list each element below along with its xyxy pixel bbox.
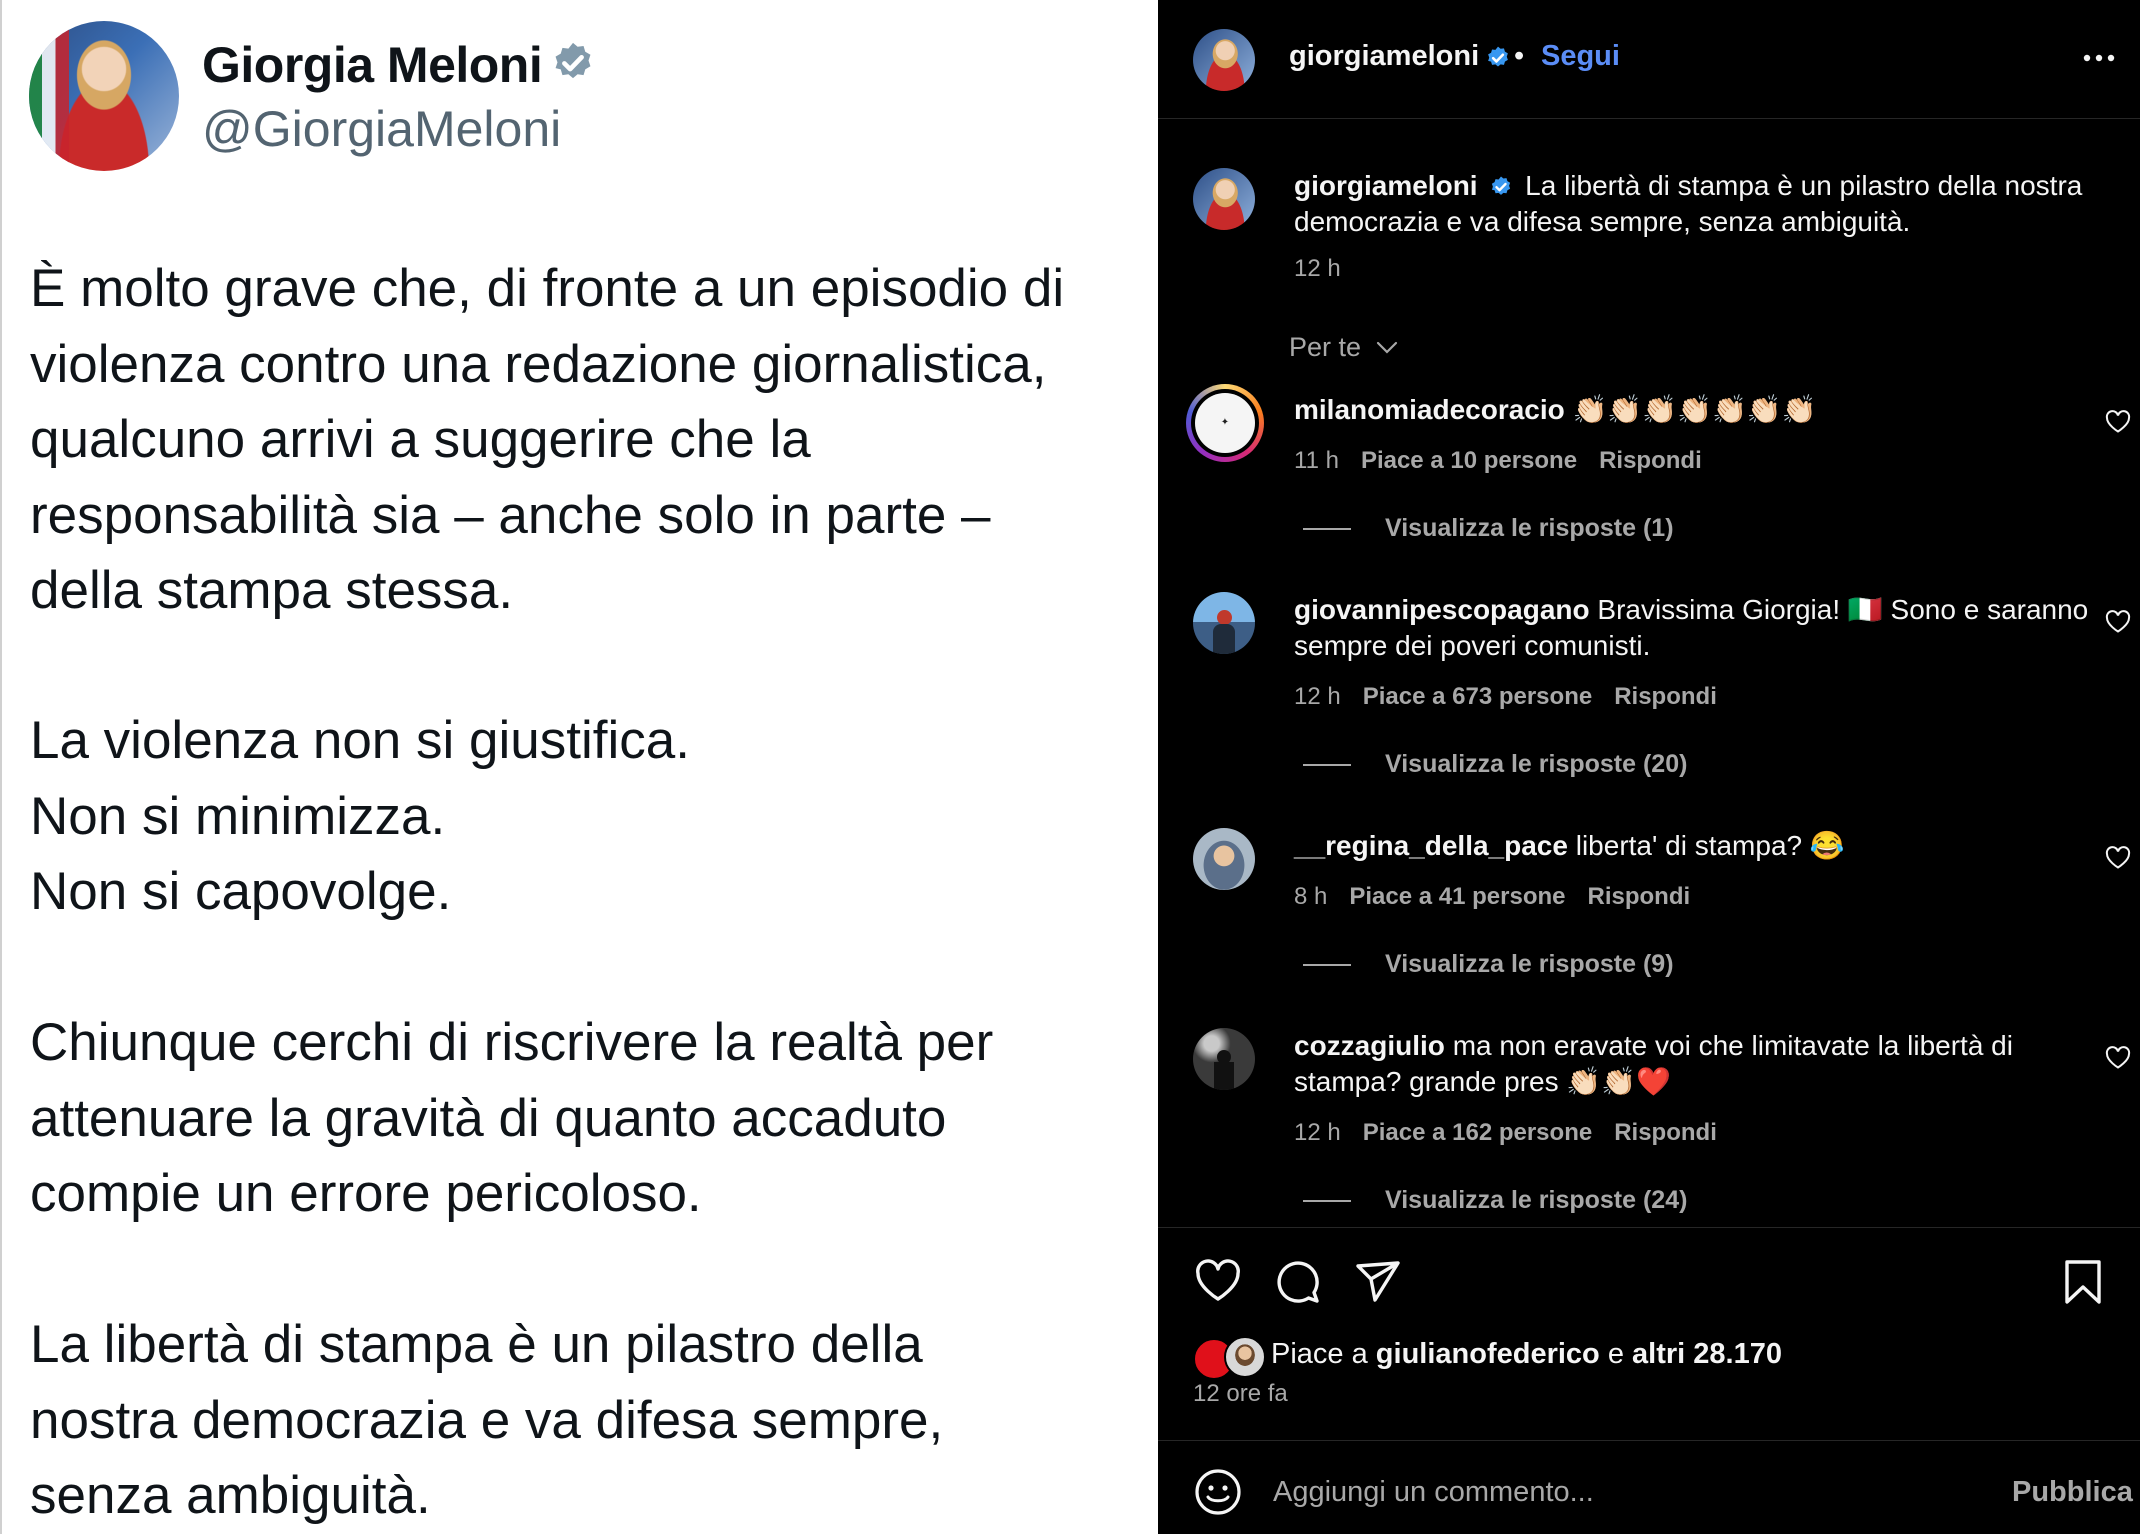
comment-username[interactable]: milanomiadecoracio [1294, 394, 1565, 425]
follow-button[interactable]: Segui [1541, 40, 1620, 73]
comment-avatar[interactable] [1193, 828, 1255, 890]
tweet-paragraph: La violenza non si giustifica. Non si min… [30, 711, 690, 921]
comment-likes[interactable]: Piace a 10 persone [1361, 447, 1577, 474]
tweet-paragraph: Chiunque cerchi di riscrivere la realtà … [30, 1013, 994, 1223]
share-icon[interactable] [1353, 1257, 1403, 1307]
view-replies[interactable]: Visualizza le risposte (20) [1303, 750, 1687, 779]
comment: cozzagiulio ma non eravate voi che limit… [1294, 1028, 2054, 1100]
divider [1158, 1227, 2140, 1228]
comment-meta: 8 h Piace a 41 persone Rispondi [1294, 883, 1691, 910]
header-avatar[interactable] [1193, 29, 1255, 91]
emoji-icon[interactable] [1193, 1467, 1243, 1517]
caption: giorgiameloni La libertà di stampa è un … [1294, 168, 2094, 240]
comment-username[interactable]: giovannipescopagano [1294, 594, 1590, 625]
verified-badge-icon [1488, 46, 1508, 67]
comment-username[interactable]: __regina_della_pace [1294, 830, 1568, 861]
view-replies[interactable]: Visualizza le risposte (1) [1303, 514, 1674, 543]
header-username[interactable]: giorgiameloni [1289, 40, 1479, 73]
chevron-down-icon [1376, 341, 1397, 354]
comment-avatar[interactable] [1193, 592, 1255, 654]
likes-summary[interactable]: Piace a giulianofederico e altri 28.170 [1271, 1338, 1782, 1371]
comment-likes[interactable]: Piace a 673 persone [1363, 683, 1592, 710]
comment-input[interactable]: Aggiungi un commento... [1273, 1476, 1594, 1509]
comment-username[interactable]: cozzagiulio [1294, 1030, 1445, 1061]
tweet-author-handle[interactable]: @GiorgiaMeloni [202, 100, 561, 158]
heart-icon[interactable] [2105, 1046, 2131, 1070]
view-replies[interactable]: Visualizza le risposte (24) [1303, 1186, 1687, 1215]
reply-button[interactable]: Rispondi [1614, 683, 1717, 710]
tweet-avatar[interactable] [29, 21, 179, 171]
heart-icon[interactable] [2105, 410, 2131, 434]
comment-avatar[interactable] [1193, 1028, 1255, 1090]
instagram-panel: giorgiameloni • Segui giorgiameloni La l… [1158, 0, 2140, 1534]
comment-text: 👏🏻👏🏻👏🏻👏🏻👏🏻👏🏻👏🏻 [1572, 394, 1817, 425]
heart-icon[interactable] [2105, 610, 2131, 634]
reply-button[interactable]: Rispondi [1588, 883, 1691, 910]
comment-meta: 11 h Piace a 10 persone Rispondi [1294, 447, 1702, 474]
publish-button[interactable]: Pubblica [2012, 1476, 2133, 1509]
heart-icon[interactable] [1193, 1257, 1243, 1307]
caption-username[interactable]: giorgiameloni [1294, 170, 1478, 201]
reply-button[interactable]: Rispondi [1599, 447, 1702, 474]
liker-avatar[interactable] [1224, 1336, 1266, 1378]
divider [1158, 1440, 2140, 1441]
comment: __regina_della_pace liberta' di stampa? … [1294, 828, 2094, 864]
comment-meta: 12 h Piace a 162 persone Rispondi [1294, 1119, 1717, 1146]
post-time: 12 ore fa [1193, 1380, 1288, 1407]
comment-icon[interactable] [1273, 1257, 1323, 1307]
header-separator: • [1514, 40, 1525, 72]
more-icon[interactable] [2082, 48, 2116, 68]
divider [1158, 118, 2140, 119]
comment-likes[interactable]: Piace a 41 persone [1349, 883, 1565, 910]
comment-avatar[interactable]: ✦ [1186, 384, 1264, 462]
comment: giovannipescopagano Bravissima Giorgia! … [1294, 592, 2094, 664]
reply-button[interactable]: Rispondi [1614, 1119, 1717, 1146]
comments-filter[interactable]: Per te [1289, 332, 1399, 363]
tweet-author-name[interactable]: Giorgia Meloni [202, 36, 543, 94]
tweet-panel: Giorgia Meloni @GiorgiaMeloni È molto gr… [0, 0, 1158, 1534]
comment-likes[interactable]: Piace a 162 persone [1363, 1119, 1592, 1146]
caption-avatar[interactable] [1193, 168, 1255, 230]
tweet-paragraph: La libertà di stampa è un pilastro della… [30, 1315, 944, 1525]
verified-badge-icon [555, 42, 591, 79]
comment-meta: 12 h Piace a 673 persone Rispondi [1294, 683, 1717, 710]
caption-time: 12 h [1294, 255, 1341, 282]
comment-text: liberta' di stampa? 😂 [1575, 830, 1845, 861]
view-replies[interactable]: Visualizza le risposte (9) [1303, 950, 1674, 979]
tweet-paragraph: È molto grave che, di fronte a un episod… [30, 259, 1065, 620]
heart-icon[interactable] [2105, 846, 2131, 870]
bookmark-icon[interactable] [2058, 1257, 2108, 1307]
verified-badge-icon [1492, 176, 1511, 195]
comment: milanomiadecoracio 👏🏻👏🏻👏🏻👏🏻👏🏻👏🏻👏🏻 [1294, 392, 2094, 428]
